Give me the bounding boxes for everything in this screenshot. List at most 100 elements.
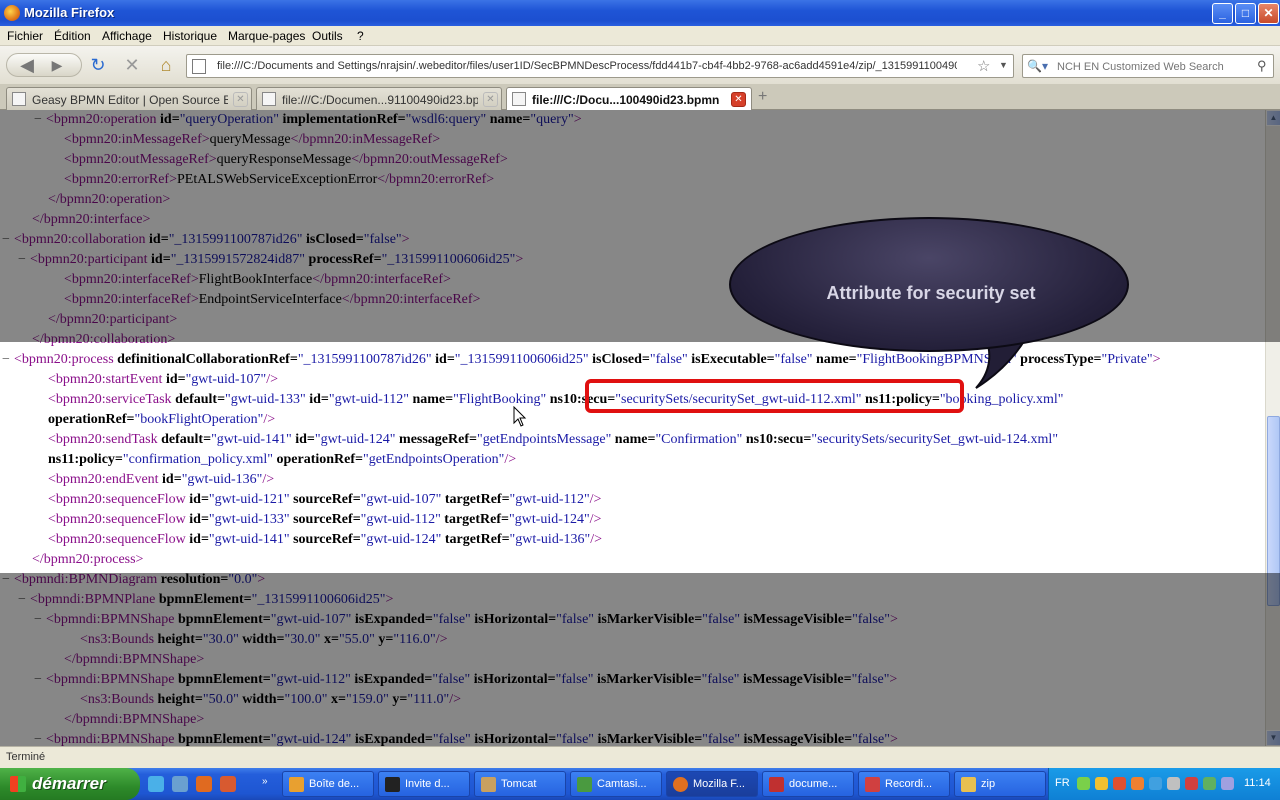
collapse-toggle-icon[interactable]: − (34, 730, 46, 746)
xml-attribute-value: "false" (556, 732, 594, 746)
xml-attribute-name: id= (145, 232, 169, 247)
scroll-thumb[interactable] (1267, 416, 1280, 606)
xml-attribute-value: "securitySets/securitySet_gwt-uid-124.xm… (811, 432, 1059, 447)
language-indicator[interactable]: FR (1055, 777, 1070, 789)
mouse-cursor-icon (513, 406, 527, 427)
taskbar-item-tomcat[interactable]: Tomcat (474, 771, 566, 797)
window-title-bar[interactable]: Mozilla Firefox _ □ ✕ (0, 0, 1280, 26)
search-input[interactable] (1057, 59, 1253, 74)
menu-historique[interactable]: Historique (163, 29, 217, 43)
xml-attribute-value: "gwt-uid-136" (509, 532, 591, 547)
taskbar-item-zip[interactable]: zip (954, 771, 1046, 797)
xml-attribute-value: "111.0" (407, 692, 450, 707)
xml-line: <bpmn20:outMessageRef>queryResponseMessa… (64, 150, 508, 170)
tray-app-icon[interactable] (1113, 777, 1126, 790)
xml-attribute-value: "55.0" (338, 632, 375, 647)
scroll-down-icon[interactable]: ▼ (1266, 730, 1280, 746)
menu-edition[interactable]: Édition (54, 29, 91, 43)
xml-line: − <bpmndi:BPMNDiagram resolution="0.0"> (2, 570, 265, 590)
stop-icon[interactable]: ✕ (122, 55, 142, 75)
back-forward-group: ◀ ▶ (6, 53, 82, 77)
collapse-toggle-icon[interactable]: − (18, 250, 30, 270)
tray-network-icon[interactable] (1077, 777, 1090, 790)
taskbar-item-document[interactable]: docume... (762, 771, 854, 797)
close-button[interactable]: ✕ (1258, 3, 1279, 24)
xml-tag: </bpmn20:operation> (48, 192, 171, 207)
search-bar[interactable]: 🔍▾ ⚲ (1022, 54, 1274, 78)
taskbar-item-outlook[interactable]: Boîte de... (282, 771, 374, 797)
xml-tag: /> (435, 632, 448, 647)
taskbar-item-firefox[interactable]: Mozilla F... (666, 771, 758, 797)
quicklaunch-desktop-icon[interactable] (148, 776, 164, 792)
tab-geasy-editor[interactable]: Geasy BPMN Editor | Open Source BPM... ✕ (6, 87, 252, 110)
tab-close-icon[interactable]: ✕ (483, 92, 498, 107)
minimize-button[interactable]: _ (1212, 3, 1233, 24)
xml-line: − <bpmndi:BPMNShape bpmnElement="gwt-uid-… (34, 730, 898, 746)
taskbar-item-cmd[interactable]: Invite d... (378, 771, 470, 797)
xml-attribute-name: name= (611, 432, 656, 447)
search-go-icon[interactable]: ⚲ (1257, 58, 1267, 74)
quicklaunch-explorer-icon[interactable] (172, 776, 188, 792)
url-dropdown-icon[interactable]: ▼ (999, 60, 1008, 70)
menu-affichage[interactable]: Affichage (102, 29, 152, 43)
tray-sound-icon[interactable] (1203, 777, 1216, 790)
quicklaunch-firefox-icon[interactable] (196, 776, 212, 792)
start-button[interactable]: démarrer (0, 768, 140, 800)
menu-marque-pages[interactable]: Marque-pages (228, 29, 305, 43)
menu-help[interactable]: ? (357, 29, 364, 43)
xml-tag: </bpmn20:interfaceRef> (341, 292, 481, 307)
menu-fichier[interactable]: Fichier (7, 29, 43, 43)
url-bar[interactable]: file:///C:/Documents and Settings/nrajsi… (186, 54, 1014, 78)
scroll-up-icon[interactable]: ▲ (1266, 110, 1280, 126)
xml-attribute-name: id= (158, 472, 182, 487)
taskbar-item-recording[interactable]: Recordi... (858, 771, 950, 797)
maximize-button[interactable]: □ (1235, 3, 1256, 24)
taskbar-item-camtasia[interactable]: Camtasi... (570, 771, 662, 797)
xml-tag: <bpmn20:sequenceFlow (48, 532, 186, 547)
home-icon[interactable]: ⌂ (156, 55, 176, 75)
tray-misc-icon[interactable] (1221, 777, 1234, 790)
bookmark-star-icon[interactable]: ☆ (977, 57, 990, 75)
xml-attribute-name: ns10:secu= (546, 392, 616, 407)
quicklaunch-app-icon[interactable] (220, 776, 236, 792)
xml-attribute-value: "_1315991100787id26" (297, 352, 432, 367)
collapse-toggle-icon[interactable]: − (2, 350, 14, 370)
xml-attribute-value: "gwt-uid-112" (270, 672, 351, 687)
collapse-toggle-icon[interactable]: − (18, 590, 30, 610)
windows-logo-icon (10, 776, 26, 792)
xml-attribute-name: isMessageVisible= (739, 672, 852, 687)
tab-bpmn-file-1[interactable]: file:///C:/Documen...91100490id23.bpmn ✕ (256, 87, 502, 110)
tab-bpmn-file-2[interactable]: file:///C:/Docu...100490id23.bpmn ✕ (506, 87, 752, 111)
quicklaunch-more-icon[interactable]: » (262, 776, 272, 792)
xml-attribute-name: implementationRef= (279, 112, 406, 127)
reload-icon[interactable]: ↻ (88, 55, 108, 75)
collapse-toggle-icon[interactable]: − (2, 570, 14, 590)
xml-document-view[interactable]: − <bpmn20:operation id="queryOperation" i… (0, 110, 1265, 746)
tab-close-icon[interactable]: ✕ (731, 92, 746, 107)
tray-star-icon[interactable] (1095, 777, 1108, 790)
menu-outils[interactable]: Outils (312, 29, 343, 43)
collapse-toggle-icon[interactable]: − (34, 110, 46, 130)
collapse-toggle-icon[interactable]: − (34, 670, 46, 690)
xml-attribute-name: x= (320, 632, 339, 647)
tray-usb-icon[interactable] (1167, 777, 1180, 790)
xml-tag: /> (263, 412, 276, 427)
forward-icon[interactable]: ▶ (47, 55, 67, 75)
xml-tag: /> (589, 512, 602, 527)
collapse-toggle-icon[interactable]: − (34, 610, 46, 630)
collapse-toggle-icon[interactable]: − (2, 230, 14, 250)
xml-attribute-value: "false" (852, 732, 890, 746)
new-tab-icon[interactable]: + (758, 88, 767, 106)
tab-favicon-icon (262, 92, 276, 106)
vertical-scrollbar[interactable]: ▲ ▼ (1265, 110, 1280, 746)
tray-messenger-icon[interactable] (1149, 777, 1162, 790)
xml-attribute-value: "gwt-uid-112" (360, 512, 441, 527)
tab-close-icon[interactable]: ✕ (233, 92, 248, 107)
search-engine-icon[interactable]: 🔍▾ (1027, 59, 1048, 73)
tray-security-icon[interactable] (1185, 777, 1198, 790)
url-text[interactable]: file:///C:/Documents and Settings/nrajsi… (217, 60, 957, 72)
xml-attribute-value: "gwt-uid-112" (328, 392, 409, 407)
xml-line: <bpmn20:sequenceFlow id="gwt-uid-141" so… (48, 530, 602, 550)
tray-update-icon[interactable] (1131, 777, 1144, 790)
back-icon[interactable]: ◀ (17, 55, 37, 75)
